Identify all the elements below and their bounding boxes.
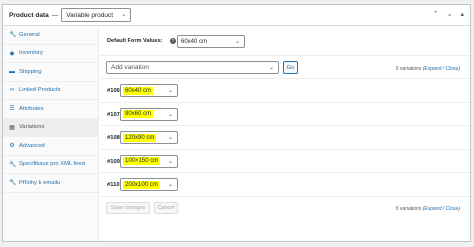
variation-row[interactable]: #109 100×150 cm ⌄ (100, 150, 470, 174)
chevron-down-icon: ⌄ (167, 135, 173, 142)
cancel-button[interactable]: Cancel (154, 202, 178, 214)
variation-number: #106 (107, 88, 120, 94)
variation-row[interactable]: #106 60x40 cm ⌄ (100, 79, 470, 103)
variation-attribute-value: 100×150 cm (123, 157, 161, 166)
chevron-down-icon: ⌄ (121, 12, 127, 18)
tab-label: Inventory (19, 50, 43, 57)
panel-title: Product data (9, 11, 49, 19)
variation-attribute-value: 120x90 cm (123, 133, 157, 142)
chevron-down-icon: ⌄ (234, 39, 240, 45)
wrench-icon: 🔧 (9, 180, 17, 187)
chevron-down-icon: ⌄ (167, 158, 173, 165)
variation-attribute-select[interactable]: 100×150 cm ⌄ (120, 154, 178, 168)
add-variation-row: Add variation ⌄ Go 5 variations (Expand … (100, 56, 470, 79)
count-text: 5 variations ( (395, 66, 425, 72)
link-icon: ∞ (9, 87, 15, 94)
tab-label: Linked Products (19, 87, 61, 94)
tab-label: Specifikace pro XML feed (19, 161, 85, 168)
variations-panel: Default Form Values: ? 60x40 cm ⌄ Add va… (100, 26, 470, 241)
gear-icon: ⚙ (9, 143, 15, 150)
product-type-select[interactable]: Variable product ⌄ (61, 8, 132, 22)
variation-number: #108 (107, 135, 120, 142)
tab-inventory[interactable]: ◆ Inventory (3, 45, 98, 63)
tab-shipping[interactable]: ▬ Shipping (3, 63, 98, 82)
tab-label: Attributes (19, 105, 44, 112)
tab-label: Přílohy k emailu (19, 179, 61, 186)
close-link[interactable]: Close (446, 66, 459, 72)
variation-row[interactable]: #107 90x60 cm ⌄ (100, 103, 470, 127)
tab-label: Shipping (19, 68, 42, 75)
tab-variations[interactable]: ▦ Variations (3, 118, 98, 137)
variations-count: 5 variations (Expand / Close) (396, 66, 460, 72)
add-variation-value: Add variation (111, 64, 149, 71)
variation-attribute-select[interactable]: 200x100 cm ⌄ (120, 178, 178, 192)
close-paren: ) (458, 66, 460, 72)
default-form-value: 60x40 cm (181, 38, 208, 45)
variation-attribute-value: 200x100 cm (123, 180, 160, 189)
title-dash: — (51, 11, 59, 19)
variation-number: #107 (107, 111, 120, 118)
product-type-value: Variable product (66, 11, 114, 19)
default-form-select[interactable]: 60x40 cm ⌄ (177, 35, 245, 48)
variation-attribute-select[interactable]: 60x40 cm ⌄ (120, 84, 178, 97)
variations-count: 5 variations (Expand / Close) (396, 206, 460, 212)
wrench-icon: 🔧 (9, 32, 17, 39)
triangle-up-icon[interactable]: ▴ (460, 10, 464, 18)
variations-footer: Save changes Cancel 5 variations (Expand… (100, 197, 470, 218)
chevron-up-icon[interactable]: ⌃ (433, 10, 439, 18)
truck-icon: ▬ (9, 68, 15, 75)
expand-link[interactable]: Expand (424, 206, 441, 212)
variation-number: #109 (107, 158, 120, 165)
tab-label: Advanced (19, 142, 45, 149)
tab-label: General (19, 31, 40, 38)
variation-attribute-select[interactable]: 90x60 cm ⌄ (120, 107, 178, 121)
close-paren: ) (458, 206, 460, 212)
expand-link[interactable]: Expand (424, 66, 441, 72)
product-data-tabs: 🔧 General ◆ Inventory ▬ Shipping ∞ Linke… (3, 26, 99, 241)
tag-icon: ◆ (9, 50, 15, 57)
grid-icon: ▦ (9, 124, 15, 131)
variation-attribute-value: 60x40 cm (123, 86, 154, 95)
variation-row[interactable]: #110 200x100 cm ⌄ (100, 173, 470, 197)
list-icon: ☰ (9, 106, 15, 113)
chevron-down-icon[interactable]: ⌄ (447, 10, 453, 18)
variation-row[interactable]: #108 120x90 cm ⌄ (100, 126, 470, 150)
variation-number: #110 (107, 182, 120, 189)
chevron-down-icon: ⌄ (167, 111, 173, 118)
close-link[interactable]: Close (446, 206, 459, 212)
chevron-down-icon: ⌄ (167, 88, 173, 94)
tab-linked-products[interactable]: ∞ Linked Products (3, 82, 98, 100)
tab-xml-feed[interactable]: 🔧 Specifikace pro XML feed (3, 156, 98, 174)
count-text: 5 variations ( (395, 206, 425, 212)
tab-general[interactable]: 🔧 General (3, 26, 98, 45)
tab-label: Variations (19, 124, 45, 131)
variation-attribute-select[interactable]: 120x90 cm ⌄ (120, 131, 178, 145)
panel-header: Product data — Variable product ⌄ ⌃ ⌄ ▴ (3, 5, 470, 26)
wrench-icon: 🔧 (9, 161, 17, 168)
default-form-label: Default Form Values: (107, 38, 163, 44)
header-controls: ⌃ ⌄ ▴ (433, 10, 464, 18)
tab-attributes[interactable]: ☰ Attributes (3, 100, 98, 119)
chevron-down-icon: ⌄ (167, 182, 173, 189)
variation-attribute-value: 90x60 cm (123, 110, 154, 119)
help-icon[interactable]: ? (170, 38, 176, 44)
go-button[interactable]: Go (283, 61, 298, 74)
chevron-down-icon: ⌄ (268, 65, 274, 71)
save-changes-button[interactable]: Save changes (106, 202, 150, 214)
tab-advanced[interactable]: ⚙ Advanced (3, 137, 98, 156)
tab-email-attachments[interactable]: 🔧 Přílohy k emailu (3, 174, 98, 193)
default-form-values-row: Default Form Values: ? 60x40 cm ⌄ (100, 26, 470, 56)
add-variation-select[interactable]: Add variation ⌄ (106, 61, 279, 74)
product-data-panel: Product data — Variable product ⌄ ⌃ ⌄ ▴ … (2, 4, 471, 242)
